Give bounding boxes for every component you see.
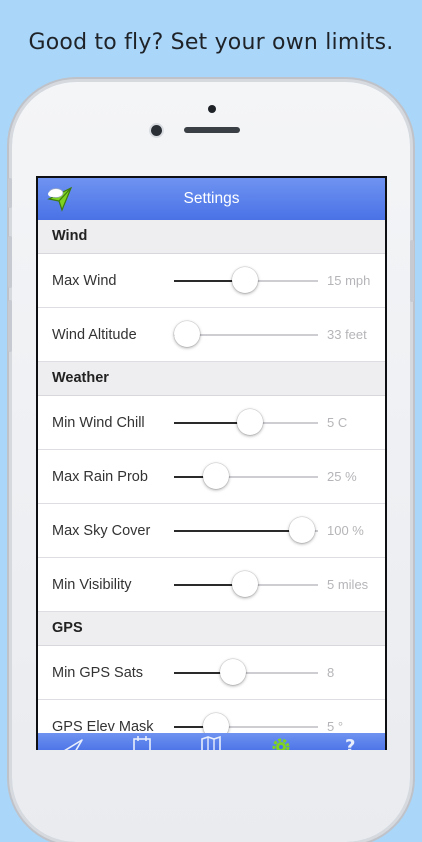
plane-icon[interactable] (62, 736, 84, 750)
max-wind-slider[interactable] (174, 267, 318, 293)
slider-track-empty (215, 476, 318, 478)
slider-thumb[interactable] (237, 409, 264, 435)
earpiece-speaker (184, 127, 240, 133)
svg-text:?: ? (345, 736, 355, 750)
min-wind-chill-slider[interactable] (174, 409, 318, 435)
setting-label: Min Visibility (52, 577, 132, 593)
slider-thumb[interactable] (231, 571, 258, 597)
help-icon[interactable]: ? (340, 736, 362, 750)
setting-label: Wind Altitude (52, 327, 137, 343)
min-gps-sats-slider[interactable] (174, 659, 318, 685)
app-screen: Settings Wind Max Wind 15 mph Wind Altit… (36, 176, 387, 750)
setting-label: Max Sky Cover (52, 523, 151, 539)
promo-caption: Good to fly? Set your own limits. (28, 30, 394, 55)
section-header-gps: GPS (38, 612, 385, 646)
volume-down-button (8, 300, 12, 352)
setting-row-min-wind-chill: Min Wind Chill 5 C (38, 396, 385, 450)
max-rain-prob-slider[interactable] (174, 463, 318, 489)
slider-thumb[interactable] (231, 267, 258, 293)
min-visibility-slider[interactable] (174, 571, 318, 597)
gear-icon[interactable] (270, 736, 292, 750)
setting-label: Min Wind Chill (52, 415, 145, 431)
proximity-sensor (208, 105, 216, 113)
navigation-bar: Settings (38, 178, 385, 220)
slider-track-filled (174, 530, 303, 532)
power-button (410, 240, 414, 302)
slider-thumb[interactable] (289, 517, 316, 543)
gps-elev-mask-slider[interactable] (174, 713, 318, 739)
setting-value: 5 C (327, 415, 348, 430)
tab-bar: ? (38, 733, 385, 750)
wind-altitude-slider[interactable] (173, 321, 318, 347)
volume-up-button (8, 236, 12, 288)
calendar-icon[interactable] (131, 736, 153, 750)
section-header-weather: Weather (38, 362, 385, 396)
settings-list[interactable]: Wind Max Wind 15 mph Wind Altitude 33 fe… (38, 220, 385, 750)
app-logo-icon (47, 186, 73, 212)
setting-value: 15 mph (327, 273, 371, 288)
max-sky-cover-slider[interactable] (174, 517, 318, 543)
slider-track-empty (186, 334, 318, 336)
setting-row-max-sky-cover: Max Sky Cover 100 % (38, 504, 385, 558)
nav-title: Settings (183, 190, 240, 207)
setting-label: Max Rain Prob (52, 469, 148, 485)
setting-row-max-wind: Max Wind 15 mph (38, 254, 385, 308)
setting-row-wind-altitude: Wind Altitude 33 feet (38, 308, 385, 362)
section-header-wind: Wind (38, 220, 385, 254)
setting-value: 5 miles (327, 577, 369, 592)
map-icon[interactable] (200, 736, 222, 750)
setting-value: 25 % (327, 469, 357, 484)
mute-switch (8, 178, 12, 208)
slider-thumb[interactable] (220, 659, 247, 685)
setting-value: 100 % (327, 523, 364, 538)
setting-value: 8 (327, 665, 335, 680)
slider-track-empty (215, 726, 318, 728)
front-camera (151, 125, 162, 136)
setting-row-min-visibility: Min Visibility 5 miles (38, 558, 385, 612)
setting-label: Max Wind (52, 273, 117, 289)
setting-label: Min GPS Sats (52, 665, 144, 681)
setting-row-min-gps-sats: Min GPS Sats 8 (38, 646, 385, 700)
slider-thumb[interactable] (202, 463, 229, 489)
setting-row-max-rain-prob: Max Rain Prob 25 % (38, 450, 385, 504)
setting-value: 33 feet (327, 327, 367, 342)
slider-thumb[interactable] (173, 321, 200, 347)
